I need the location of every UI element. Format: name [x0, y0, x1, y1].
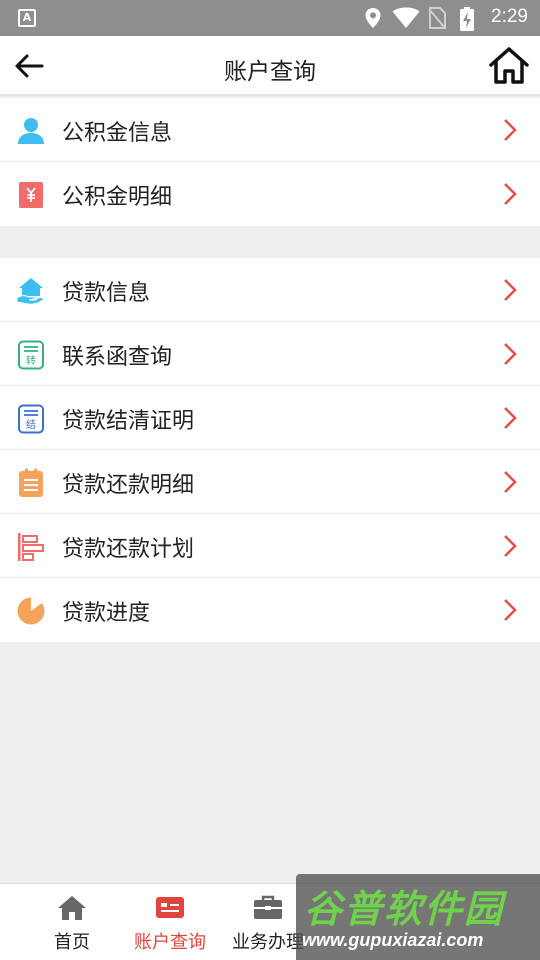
- menu-item-loan-progress[interactable]: 贷款进度: [0, 578, 540, 642]
- tab-label: 账户查询: [134, 932, 206, 953]
- status-time: 2:29: [491, 6, 528, 27]
- tab-account-query[interactable]: 账户查询: [120, 884, 220, 960]
- page-title: 账户查询: [224, 59, 316, 85]
- menu-item-contact-letter[interactable]: 转 联系函查询: [0, 322, 540, 386]
- chevron-right-icon: [504, 183, 517, 205]
- battery-charging-icon: [460, 7, 474, 31]
- title-bar: 账户查询: [0, 36, 540, 96]
- chevron-right-icon: [504, 279, 517, 301]
- location-icon: [365, 8, 381, 28]
- clipboard-icon: [19, 468, 43, 497]
- briefcase-icon: [254, 895, 282, 919]
- chevron-right-icon: [504, 343, 517, 365]
- wifi-icon: [392, 7, 420, 28]
- notification-a-icon: A: [18, 9, 36, 27]
- tab-home[interactable]: 首页: [22, 884, 122, 960]
- plan-bars-icon: [18, 533, 44, 561]
- user-icon: [18, 118, 44, 144]
- watermark-overlay: 谷普软件园 www.gupuxiazai.com: [296, 874, 540, 960]
- menu-item-loan-info[interactable]: 贷款信息: [0, 258, 540, 322]
- menu-item-settlement-proof[interactable]: 结 贷款结清证明: [0, 386, 540, 450]
- svg-text:结: 结: [26, 418, 36, 431]
- home-icon[interactable]: [488, 45, 530, 85]
- menu-item-label: 贷款结清证明: [62, 409, 195, 434]
- tab-label: 首页: [54, 932, 90, 953]
- menu-item-label: 联系函查询: [62, 345, 173, 370]
- chevron-right-icon: [504, 471, 517, 493]
- settle-doc-icon: 结: [18, 404, 44, 434]
- status-bar: A 2:29: [0, 0, 540, 36]
- chevron-right-icon: [504, 599, 517, 621]
- no-sim-icon: [428, 7, 446, 29]
- chevron-right-icon: [504, 535, 517, 557]
- yuan-doc-icon: [19, 182, 43, 208]
- transfer-doc-icon: 转: [18, 340, 44, 370]
- menu-item-label: 公积金明细: [62, 185, 173, 210]
- menu-group-loan: 贷款信息 转 联系函查询 结 贷款结清证明 贷款还款明细 贷款还款计划 贷款进度: [0, 258, 540, 642]
- menu-item-repayment-detail[interactable]: 贷款还款明细: [0, 450, 540, 514]
- watermark-url: www.gupuxiazai.com: [302, 930, 484, 950]
- menu-item-fund-detail[interactable]: 公积金明细: [0, 162, 540, 226]
- house-hand-icon: [16, 278, 45, 305]
- menu-item-fund-info[interactable]: 公积金信息: [0, 98, 540, 162]
- menu-item-repayment-plan[interactable]: 贷款还款计划: [0, 514, 540, 578]
- pie-progress-icon: [17, 597, 45, 625]
- menu-item-label: 贷款还款明细: [62, 473, 195, 498]
- menu-group-fund: 公积金信息 公积金明细: [0, 98, 540, 226]
- id-card-icon: [156, 897, 184, 918]
- menu-item-label: 公积金信息: [62, 121, 173, 146]
- menu-item-label: 贷款进度: [62, 601, 151, 626]
- chevron-right-icon: [504, 119, 517, 141]
- menu-item-label: 贷款还款计划: [62, 537, 195, 562]
- svg-text:转: 转: [26, 354, 36, 367]
- chevron-right-icon: [504, 407, 517, 429]
- menu-item-label: 贷款信息: [62, 281, 151, 306]
- home-icon: [58, 896, 86, 920]
- watermark-title: 谷普软件园: [304, 887, 505, 931]
